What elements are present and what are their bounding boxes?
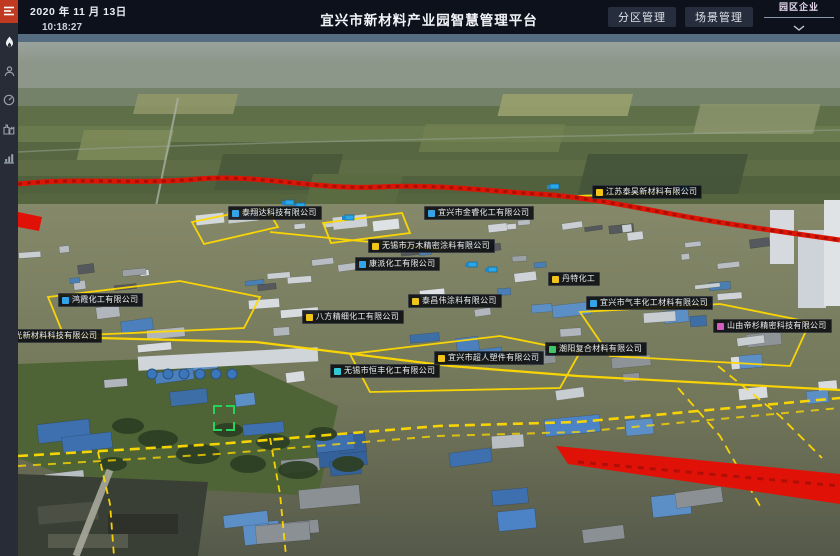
company-marker-icon bbox=[552, 276, 559, 283]
chart-icon bbox=[3, 153, 15, 164]
company-marker-icon bbox=[412, 298, 419, 305]
company-marker-icon bbox=[359, 261, 366, 268]
zone-management-button[interactable]: 分区管理 bbox=[608, 7, 676, 27]
header-date: 2020 年 11 月 13日 bbox=[30, 4, 127, 19]
app-window: 2020 年 11 月 13日 10:18:27 宜兴市新材料产业园智慧管理平台… bbox=[0, 0, 840, 556]
company-label[interactable]: 八方精细化工有限公司 bbox=[302, 310, 404, 324]
header-controls: 分区管理 场景管理 园区企业 bbox=[608, 0, 836, 34]
company-label[interactable]: 宜兴市气丰化工材料有限公司 bbox=[586, 296, 713, 310]
factory-icon bbox=[3, 124, 15, 135]
sidebar-item-enterprise[interactable] bbox=[0, 119, 18, 139]
header-time: 10:18:27 bbox=[30, 22, 127, 33]
park-enterprise-dropdown[interactable]: 园区企业 bbox=[762, 0, 836, 36]
menu-toggle-button[interactable] bbox=[0, 0, 18, 23]
company-label-text: 八方精细化工有限公司 bbox=[316, 313, 399, 321]
company-label-text: 山由帝杉精密科技有限公司 bbox=[727, 322, 827, 330]
company-label[interactable]: 江苏泰昊新材料有限公司 bbox=[592, 185, 702, 199]
company-label-text: 丹特化工 bbox=[562, 275, 595, 283]
datetime-block: 2020 年 11 月 13日 10:18:27 bbox=[30, 4, 127, 33]
scene-management-button[interactable]: 场景管理 bbox=[685, 7, 753, 27]
company-marker-icon bbox=[549, 346, 556, 353]
gauge-icon bbox=[3, 94, 15, 106]
company-label[interactable]: 泰昌伟涂料有限公司 bbox=[408, 294, 502, 308]
company-label-text: 泰昌伟涂料有限公司 bbox=[422, 297, 497, 305]
company-label[interactable]: 晨光新材料科技有限公司 bbox=[18, 329, 102, 343]
sidebar bbox=[0, 0, 18, 556]
company-marker-icon bbox=[590, 300, 597, 307]
company-marker-icon bbox=[596, 189, 603, 196]
company-marker-icon bbox=[232, 210, 239, 217]
company-marker-icon bbox=[438, 355, 445, 362]
company-label-text: 鸿霞化工有限公司 bbox=[72, 296, 138, 304]
company-label-text: 康派化工有限公司 bbox=[369, 260, 435, 268]
company-label[interactable]: 无锡市万木精密涂料有限公司 bbox=[368, 239, 495, 253]
company-label[interactable]: 泰翔达科技有限公司 bbox=[228, 206, 322, 220]
company-label-text: 宜兴市超人塑件有限公司 bbox=[448, 354, 539, 362]
company-marker-icon bbox=[306, 314, 313, 321]
company-label-text: 无锡市万木精密涂料有限公司 bbox=[382, 242, 490, 250]
company-marker-icon bbox=[717, 323, 724, 330]
sidebar-item-alarm[interactable] bbox=[0, 32, 18, 52]
menu-icon bbox=[3, 3, 15, 21]
company-marker-icon bbox=[372, 243, 379, 250]
dropdown-label: 园区企业 bbox=[779, 0, 819, 13]
company-label-text: 泰翔达科技有限公司 bbox=[242, 209, 317, 217]
fire-icon bbox=[4, 36, 15, 49]
company-label[interactable]: 丹特化工 bbox=[548, 272, 600, 286]
page-title: 宜兴市新材料产业园智慧管理平台 bbox=[320, 9, 538, 29]
company-label[interactable]: 康派化工有限公司 bbox=[355, 257, 440, 271]
company-label-text: 晨光新材料科技有限公司 bbox=[18, 332, 97, 340]
company-marker-icon bbox=[62, 297, 69, 304]
map-3d-view[interactable]: 江苏泰昊新材料有限公司泰翔达科技有限公司 宜兴市金睿化工有限公司无锡市万木精密涂料… bbox=[18, 34, 840, 556]
company-label[interactable]: 潮阳复合材料有限公司 bbox=[545, 342, 647, 356]
company-marker-icon bbox=[428, 210, 435, 217]
company-labels-layer: 江苏泰昊新材料有限公司泰翔达科技有限公司 宜兴市金睿化工有限公司无锡市万木精密涂料… bbox=[18, 34, 840, 556]
company-label[interactable]: 无锡市恒丰化工有限公司 bbox=[330, 364, 440, 378]
header: 2020 年 11 月 13日 10:18:27 宜兴市新材料产业园智慧管理平台… bbox=[18, 0, 840, 34]
sidebar-item-monitor[interactable] bbox=[0, 90, 18, 110]
company-label-text: 潮阳复合材料有限公司 bbox=[559, 345, 642, 353]
company-label-text: 宜兴市金睿化工有限公司 bbox=[438, 209, 529, 217]
company-label-text: 无锡市恒丰化工有限公司 bbox=[344, 367, 435, 375]
company-label-text: 宜兴市气丰化工材料有限公司 bbox=[600, 299, 708, 307]
sidebar-item-personnel[interactable] bbox=[0, 61, 18, 81]
company-label[interactable]: 宜兴市金睿化工有限公司 bbox=[424, 206, 534, 220]
company-label-text: 江苏泰昊新材料有限公司 bbox=[606, 188, 697, 196]
sidebar-item-statistics[interactable] bbox=[0, 148, 18, 168]
company-marker-icon bbox=[334, 368, 341, 375]
user-icon bbox=[4, 66, 15, 77]
company-label[interactable]: 山由帝杉精密科技有限公司 bbox=[713, 319, 832, 333]
chevron-down-icon bbox=[793, 18, 805, 36]
company-label[interactable]: 宜兴市超人塑件有限公司 bbox=[434, 351, 544, 365]
company-label[interactable]: 鸿霞化工有限公司 bbox=[58, 293, 143, 307]
